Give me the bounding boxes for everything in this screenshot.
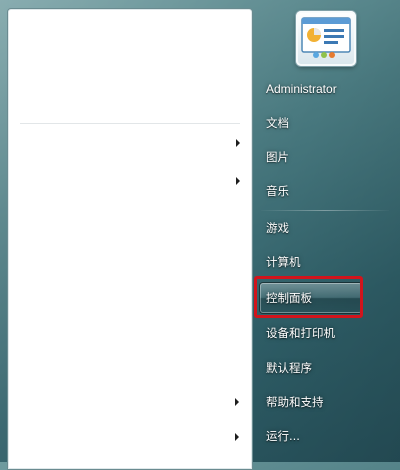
devices-printers-link[interactable]: 设备和打印机 bbox=[266, 325, 335, 341]
control-panel-link[interactable]: 控制面板 bbox=[260, 283, 362, 313]
music-link[interactable]: 音乐 bbox=[266, 183, 289, 199]
control-panel-label: 控制面板 bbox=[266, 291, 312, 305]
pictures-link[interactable]: 图片 bbox=[266, 149, 289, 165]
default-programs-link[interactable]: 默认程序 bbox=[266, 360, 312, 376]
user-picture[interactable] bbox=[296, 11, 356, 66]
documents-link[interactable]: 文档 bbox=[266, 115, 289, 131]
programs-divider bbox=[20, 123, 240, 124]
chevron-right-icon[interactable] bbox=[236, 139, 240, 147]
right-pane-divider bbox=[261, 210, 389, 211]
programs-pane bbox=[7, 8, 253, 470]
help-support-link[interactable]: 帮助和支持 bbox=[266, 394, 324, 410]
chevron-right-icon[interactable] bbox=[236, 177, 240, 185]
games-link[interactable]: 游戏 bbox=[266, 220, 289, 236]
control-panel-window-icon bbox=[301, 17, 351, 58]
chevron-right-icon[interactable] bbox=[235, 398, 239, 406]
run-link[interactable]: 运行... bbox=[266, 428, 300, 444]
user-name-link[interactable]: Administrator bbox=[266, 81, 337, 97]
chevron-right-icon[interactable] bbox=[235, 433, 239, 441]
computer-link[interactable]: 计算机 bbox=[266, 254, 301, 270]
